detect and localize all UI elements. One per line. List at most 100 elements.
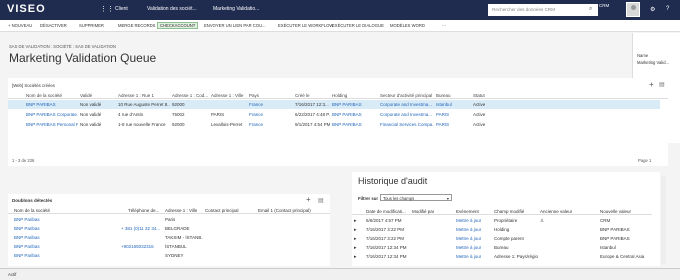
cell[interactable]: France xyxy=(249,102,263,107)
cell[interactable]: +902165032316 xyxy=(121,244,154,249)
cell[interactable]: BNP PARIBAS xyxy=(332,102,362,107)
delete-button[interactable]: SUPPRIMER xyxy=(79,23,104,28)
table-row[interactable]: BNP Paribas + 381 (0)11 32 34... BELGRAD… xyxy=(8,225,330,233)
table-row[interactable]: BNP Paribas SYDNEY xyxy=(8,252,330,260)
search-icon[interactable]: ⌕ xyxy=(589,6,592,13)
send-link-button[interactable]: ENVOYER UN LIEN PAR COU... xyxy=(204,23,266,28)
cell[interactable]: BNP PARIBAS xyxy=(26,102,78,107)
trash-icon[interactable]: ▤ xyxy=(659,81,665,88)
cell[interactable]: PARIS xyxy=(436,112,449,117)
table-row[interactable]: BNP PARIBAS Non validé 10 Rue Auguste Pe… xyxy=(8,100,660,109)
deactivate-button[interactable]: DÉSACTIVER xyxy=(40,23,67,28)
cell[interactable]: BNP Paribas xyxy=(14,244,40,249)
col-header[interactable]: Pays xyxy=(249,93,259,98)
table-row[interactable]: ▸ 6/6/2017 4:57 PM Mettre à jour Proprié… xyxy=(352,217,652,225)
cell[interactable]: Mettre à jour xyxy=(456,227,481,232)
cell[interactable]: BNP PARIBAS Corporate... xyxy=(26,112,78,117)
add-icon[interactable]: + xyxy=(306,195,311,204)
col-header[interactable]: Holding xyxy=(332,93,347,98)
cell[interactable]: BNP PARIBAS xyxy=(332,112,362,117)
table-row[interactable]: ▸ 7/16/2017 12:34 PM Mettre à jour Burea… xyxy=(352,244,652,252)
table-row[interactable]: BNP PARIBAS Personal Fi... Non validé 1-… xyxy=(8,120,660,129)
table-row[interactable]: BNP Paribas TAKSIM - İSTANB... xyxy=(8,234,330,242)
col-header[interactable]: Nom de la société xyxy=(26,93,62,98)
cell[interactable]: Istanbul xyxy=(436,102,452,107)
trash-icon[interactable]: ▤ xyxy=(318,197,324,204)
avatar[interactable] xyxy=(626,2,640,17)
help-icon[interactable]: ? xyxy=(666,6,669,12)
col-header[interactable]: Email 1 (Contact principal) xyxy=(258,208,311,213)
new-button[interactable]: + NOUVEAU xyxy=(8,23,32,28)
scrollbar[interactable] xyxy=(661,176,666,264)
expand-icon[interactable]: ▸ xyxy=(354,254,357,260)
col-header[interactable]: Date de modificati... xyxy=(366,209,406,214)
table-row[interactable]: ▸ 7/16/2017 3:22 PM Mettre à jour Compte… xyxy=(352,235,652,243)
run-dialog-button[interactable]: EXÉCUTER LE DIALOGUE xyxy=(332,23,384,28)
col-header[interactable]: Adresse 1 : Rue 1 xyxy=(118,93,154,98)
col-header[interactable]: Contact principal xyxy=(205,208,239,213)
table-row[interactable]: BNP Paribas Paris xyxy=(8,216,330,224)
user-name[interactable]: CRM xyxy=(599,3,609,8)
table-row[interactable]: BNP Paribas +902165032316 İSTANBUL xyxy=(8,243,330,251)
nav-client[interactable]: Client xyxy=(115,6,128,12)
merge-records-button[interactable]: MERGE RECORDS xyxy=(118,23,155,28)
cell[interactable]: BNP Paribas xyxy=(14,217,40,222)
cell[interactable]: Mettre à jour xyxy=(456,245,481,250)
cell[interactable]: PARIS xyxy=(436,122,449,127)
add-icon[interactable]: + xyxy=(649,80,654,89)
nav-validation[interactable]: Validation des sociét... xyxy=(147,6,197,12)
page-title[interactable]: Marketing Validation Queue xyxy=(9,51,156,65)
cell[interactable]: Corporate and Investma... xyxy=(380,102,434,107)
gear-icon[interactable]: ⚙ xyxy=(650,6,655,13)
col-header[interactable]: Adresse 1 : Ville xyxy=(165,208,197,213)
page-indicator[interactable]: Page 1 xyxy=(638,158,651,163)
table-row[interactable]: ▸ 7/16/2017 3:22 PM Mettre à jour Holdin… xyxy=(352,226,652,234)
col-header[interactable]: Secteur d'activité principal xyxy=(380,93,432,98)
col-header[interactable]: Créé le xyxy=(295,93,310,98)
col-header[interactable]: Ancienne valeur xyxy=(540,209,572,214)
col-header[interactable]: Téléphone de... xyxy=(128,208,159,213)
col-header[interactable]: Modifié par xyxy=(412,209,434,214)
col-header[interactable]: Evénement xyxy=(456,209,479,214)
cell[interactable]: BNP PARIBAS Personal Fi... xyxy=(26,122,78,127)
cell[interactable]: + 381 (0)11 32 34... xyxy=(121,226,163,231)
search-input[interactable]: Rechercher des données CRM xyxy=(488,4,598,16)
expand-icon[interactable]: ▸ xyxy=(354,236,357,242)
more-button[interactable]: ··· xyxy=(442,23,446,28)
viseo-logo[interactable]: VISEO xyxy=(7,3,46,15)
col-header[interactable]: Champ modifié xyxy=(494,209,524,214)
grid-title[interactable]: [Web] Sociétés créées xyxy=(12,83,55,88)
cell[interactable]: Corporate and Investma... xyxy=(380,112,434,117)
word-templates-button[interactable]: MODÈLES WORD xyxy=(390,23,425,28)
col-header[interactable]: Adresse 1 : Cod... xyxy=(172,93,208,98)
expand-icon[interactable]: ▸ xyxy=(354,245,357,251)
cell: Europe & Central Asia xyxy=(600,254,645,259)
expand-icon[interactable]: ▸ xyxy=(354,227,357,233)
table-row[interactable]: BNP PARIBAS Corporate... Non validé 4 ru… xyxy=(8,110,660,119)
col-header[interactable]: Nouvelle valeur xyxy=(600,209,631,214)
cell[interactable]: BNP Paribas xyxy=(14,235,40,240)
grid-icon[interactable]: ⋮⋮ xyxy=(100,5,114,14)
col-header[interactable]: Adresse 1 : Ville xyxy=(211,93,243,98)
cell[interactable]: Mettre à jour xyxy=(456,254,481,259)
table-row[interactable]: ▸ 7/16/2017 12:34 PM Mettre à jour Adres… xyxy=(352,253,652,261)
checkaccount-button[interactable]: CHECKACCOUNT xyxy=(157,22,199,29)
cell[interactable]: BNP Paribas xyxy=(14,226,40,231)
cell[interactable]: Financial Services Compa... xyxy=(380,122,434,127)
cell[interactable]: France xyxy=(249,122,263,127)
side-value[interactable]: Marketing Valid... xyxy=(637,60,669,65)
col-header[interactable]: Statut xyxy=(473,93,485,98)
run-workflow-button[interactable]: EXÉCUTER LE WORKFLOW xyxy=(278,23,333,28)
cell: 10 Rue Auguste Perret 8... xyxy=(118,102,170,107)
cell[interactable]: France xyxy=(249,112,263,117)
col-header[interactable]: Nom de la société xyxy=(14,208,50,213)
cell[interactable]: Mettre à jour xyxy=(456,218,481,223)
expand-icon[interactable]: ▸ xyxy=(354,218,357,224)
col-header[interactable]: Validé xyxy=(80,93,92,98)
col-header[interactable]: Bureau xyxy=(436,93,451,98)
nav-marketing[interactable]: Marketing Validatio... xyxy=(213,6,259,12)
filter-select[interactable]: Tous les champs ▾ xyxy=(380,194,452,201)
cell[interactable]: Mettre à jour xyxy=(456,236,481,241)
cell[interactable]: BNP PARIBAS xyxy=(332,122,362,127)
cell[interactable]: BNP Paribas xyxy=(14,253,40,258)
